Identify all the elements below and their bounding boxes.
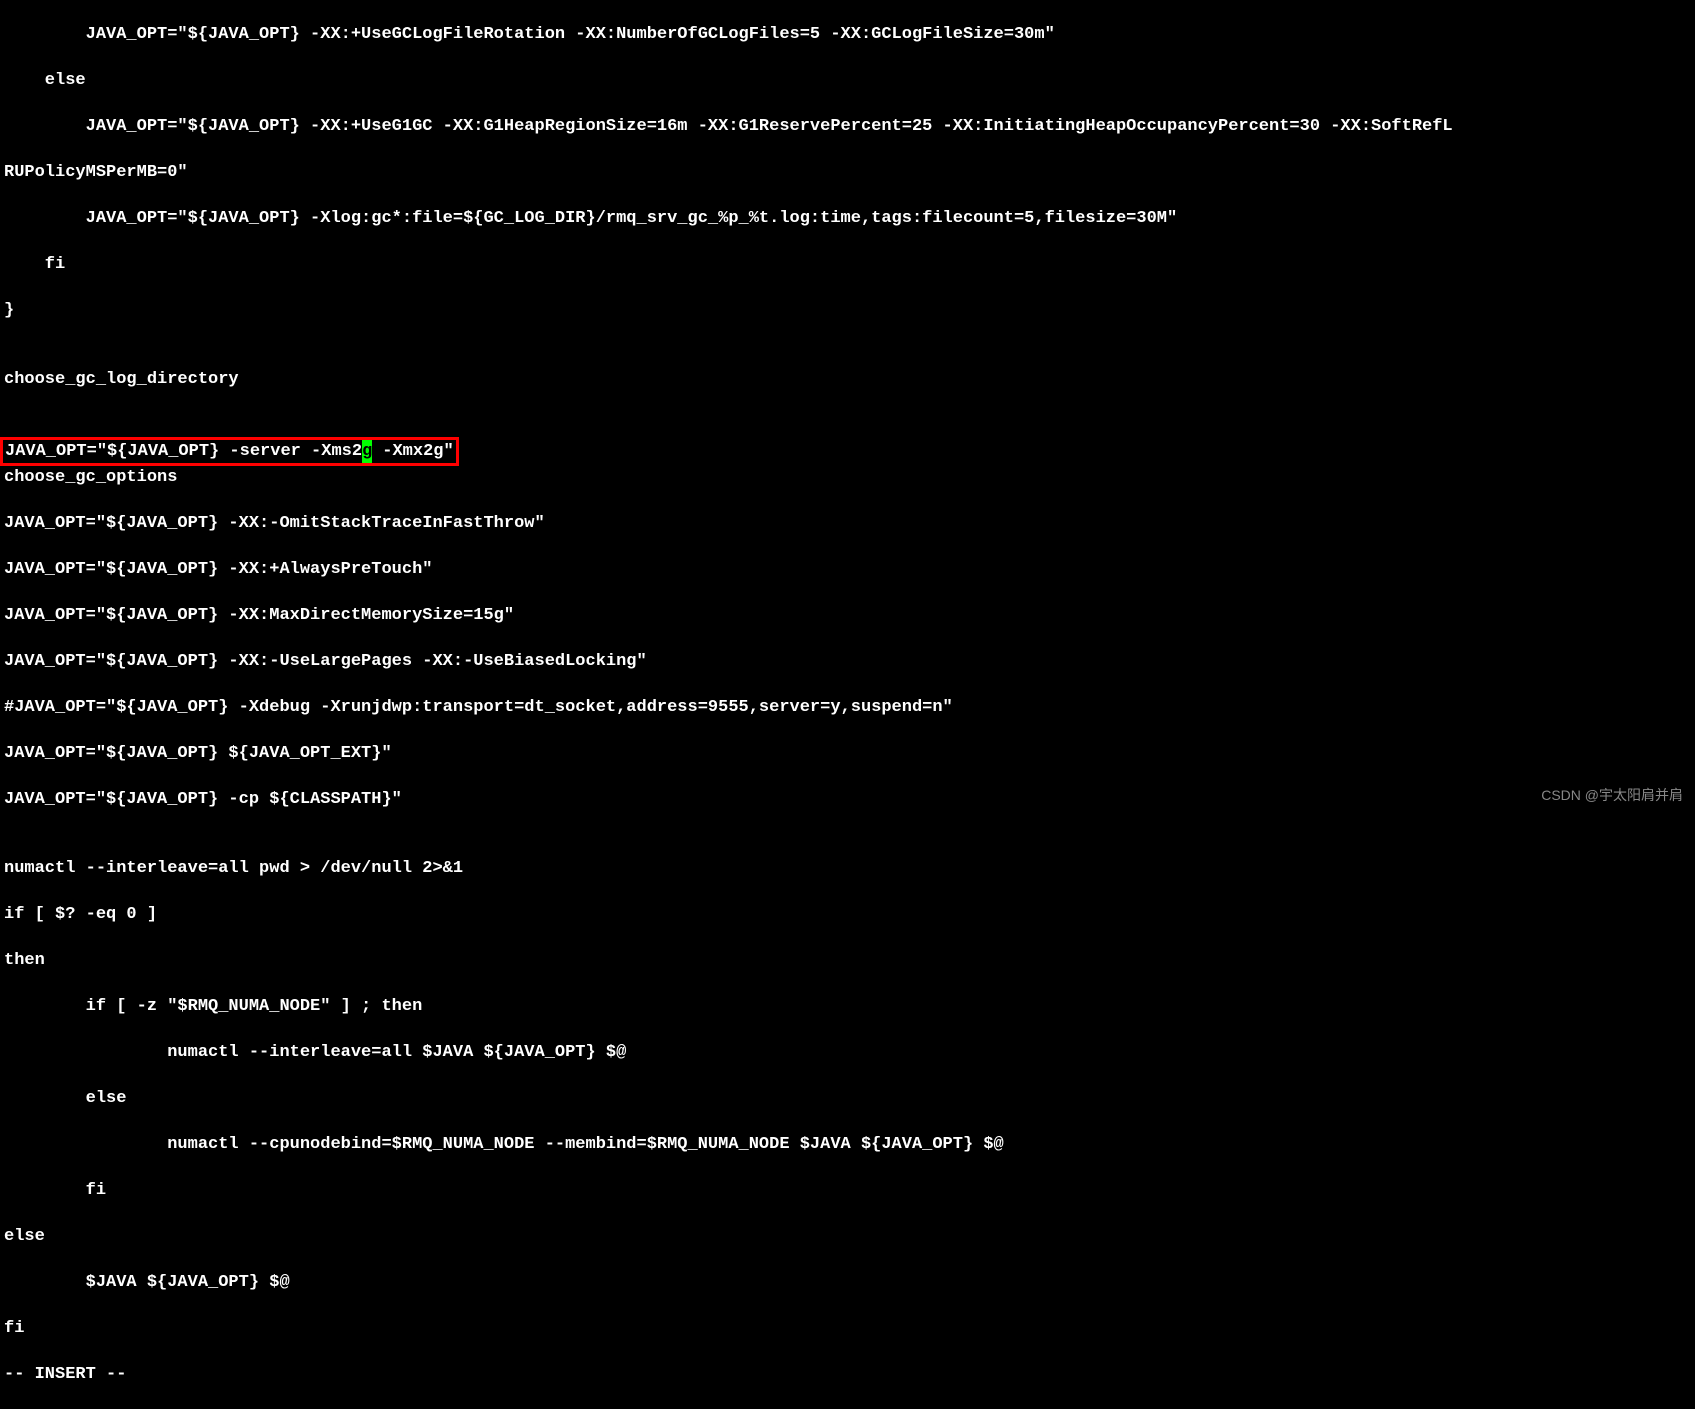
code-line: numactl --interleave=all $JAVA ${JAVA_OP… xyxy=(4,1041,1691,1064)
code-line: then xyxy=(4,949,1691,972)
vim-mode-indicator: -- INSERT -- xyxy=(4,1363,1691,1386)
code-line: choose_gc_options xyxy=(4,466,1691,489)
terminal-editor[interactable]: JAVA_OPT="${JAVA_OPT} -XX:+UseGCLogFileR… xyxy=(0,0,1695,1409)
code-line: JAVA_OPT="${JAVA_OPT} -XX:-OmitStackTrac… xyxy=(4,512,1691,535)
code-line: fi xyxy=(4,253,1691,276)
code-text-post: -Xmx2g" xyxy=(372,442,454,461)
code-line: JAVA_OPT="${JAVA_OPT} -XX:MaxDirectMemor… xyxy=(4,604,1691,627)
code-line: fi xyxy=(4,1179,1691,1202)
watermark: CSDN @宇太阳肩并肩 xyxy=(1541,784,1683,807)
highlighted-line: JAVA_OPT="${JAVA_OPT} -server -Xms2g -Xm… xyxy=(0,437,459,466)
code-line: fi xyxy=(4,1317,1691,1340)
code-line: else xyxy=(4,1225,1691,1248)
code-line: else xyxy=(4,69,1691,92)
code-line: JAVA_OPT="${JAVA_OPT} -XX:+UseGCLogFileR… xyxy=(4,23,1691,46)
code-line: numactl --cpunodebind=$RMQ_NUMA_NODE --m… xyxy=(4,1133,1691,1156)
code-line: choose_gc_log_directory xyxy=(4,368,1691,391)
code-line: JAVA_OPT="${JAVA_OPT} -XX:-UseLargePages… xyxy=(4,650,1691,673)
code-line: RUPolicyMSPerMB=0" xyxy=(4,161,1691,184)
code-line: if [ $? -eq 0 ] xyxy=(4,903,1691,926)
code-line: } xyxy=(4,299,1691,322)
code-line: #JAVA_OPT="${JAVA_OPT} -Xdebug -Xrunjdwp… xyxy=(4,696,1691,719)
code-line: JAVA_OPT="${JAVA_OPT} -cp ${CLASSPATH}" xyxy=(4,788,1691,811)
code-text-pre: JAVA_OPT="${JAVA_OPT} -server -Xms2 xyxy=(5,442,362,461)
code-line: if [ -z "$RMQ_NUMA_NODE" ] ; then xyxy=(4,995,1691,1018)
code-line: JAVA_OPT="${JAVA_OPT} ${JAVA_OPT_EXT}" xyxy=(4,742,1691,765)
code-line: JAVA_OPT="${JAVA_OPT} -XX:+AlwaysPreTouc… xyxy=(4,558,1691,581)
cursor: g xyxy=(362,440,372,463)
code-line: JAVA_OPT="${JAVA_OPT} -Xlog:gc*:file=${G… xyxy=(4,207,1691,230)
code-line: else xyxy=(4,1087,1691,1110)
code-line: $JAVA ${JAVA_OPT} $@ xyxy=(4,1271,1691,1294)
code-line: numactl --interleave=all pwd > /dev/null… xyxy=(4,857,1691,880)
code-line: JAVA_OPT="${JAVA_OPT} -XX:+UseG1GC -XX:G… xyxy=(4,115,1691,138)
